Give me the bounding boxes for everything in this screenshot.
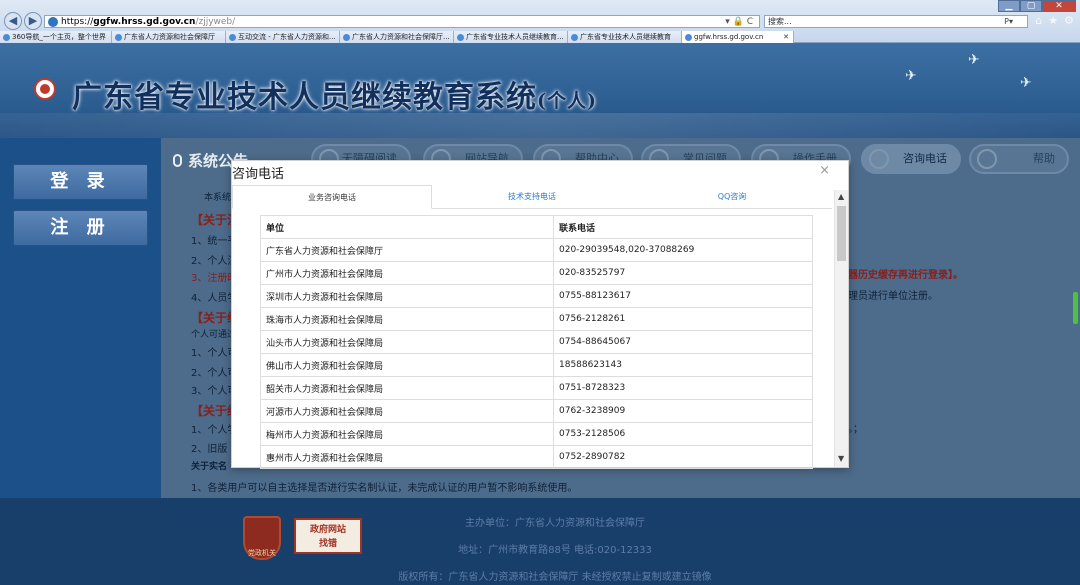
site-favicon-icon [48, 16, 58, 27]
browser-tab-label: ggfw.hrss.gd.gov.cn [694, 33, 764, 41]
table-row [260, 468, 813, 469]
phone-cell: 020-29039548,020-37088269 [553, 238, 813, 262]
back-button[interactable]: ◀ [4, 12, 22, 30]
phone-table-body: 广东省人力资源和社会保障厅 020-29039548,020-37088269 广州… [260, 238, 813, 469]
tab-favicon-icon [343, 33, 350, 41]
table-row: 广州市人力资源和社会保障局 020-83525797 [260, 261, 813, 285]
tab-favicon-icon [115, 33, 122, 41]
browser-chrome: ▁ ▢ ✕ ◀ ▶ https://ggfw.hrss.gd.gov.cn/zj… [0, 0, 1080, 43]
tab-close-icon[interactable]: ✕ [779, 31, 793, 43]
browser-tab-label: 广东省人力资源和社会保障厅 [124, 33, 215, 41]
unit-cell: 惠州市人力资源和社会保障局 [260, 445, 554, 469]
tab-favicon-icon [3, 33, 10, 41]
modal-tab[interactable]: 业务咨询电话 [232, 185, 432, 209]
table-row: 珠海市人力资源和社会保障局 0756-2128261 [260, 307, 813, 331]
table-row: 河源市人力资源和社会保障局 0762-3238909 [260, 399, 813, 423]
url-host: ggfw.hrss.gd.gov.cn [93, 16, 196, 27]
modal-tabs: 业务咨询电话 技术支持电话 QQ咨询 [232, 185, 832, 209]
table-header-row: 单位 联系电话 [260, 215, 813, 239]
unit-cell [260, 468, 554, 469]
maximize-button[interactable]: ▢ [1020, 0, 1042, 12]
browser-tab[interactable]: 广东省专业技术人员继续教育... [454, 31, 568, 43]
table-row: 梅州市人力资源和社会保障局 0753-2128506 [260, 422, 813, 446]
settings-gear-icon[interactable]: ⚙ [1064, 14, 1074, 27]
unit-cell: 广州市人力资源和社会保障局 [260, 261, 554, 285]
column-header-unit: 单位 [260, 215, 554, 239]
tab-favicon-icon [229, 33, 236, 41]
phone-cell: 0752-2890782 [553, 445, 813, 469]
browser-toolbar-icons: ⌂ ★ ⚙ [1035, 14, 1074, 27]
scroll-up-icon[interactable]: ▲ [838, 192, 844, 201]
table-row: 韶关市人力资源和社会保障局 0751-8728323 [260, 376, 813, 400]
tab-favicon-icon [685, 33, 692, 41]
unit-cell: 深圳市人力资源和社会保障局 [260, 284, 554, 308]
browser-tab-label: 互动交流 - 广东省人力资源和... [238, 33, 336, 41]
unit-cell: 河源市人力资源和社会保障局 [260, 399, 554, 423]
browser-tab[interactable]: 互动交流 - 广东省人力资源和... [226, 31, 340, 43]
phone-cell: 0751-8728323 [553, 376, 813, 400]
browser-tab[interactable]: 360导航_一个主页，整个世界 [0, 31, 112, 43]
unit-cell: 韶关市人力资源和社会保障局 [260, 376, 554, 400]
table-row: 汕头市人力资源和社会保障局 0754-88645067 [260, 330, 813, 354]
scroll-down-icon[interactable]: ▼ [838, 454, 844, 463]
browser-tab-label: 广东省人力资源和社会保障厅... [352, 33, 450, 41]
unit-cell: 汕头市人力资源和社会保障局 [260, 330, 554, 354]
unit-cell: 广东省人力资源和社会保障厅 [260, 238, 554, 262]
phone-cell: 0754-88645067 [553, 330, 813, 354]
modal-tab[interactable]: QQ咨询 [632, 185, 832, 209]
browser-tab[interactable]: 广东省人力资源和社会保障厅... [340, 31, 454, 43]
scroll-thumb[interactable] [837, 206, 846, 261]
phone-cell: 0756-2128261 [553, 307, 813, 331]
home-icon[interactable]: ⌂ [1035, 14, 1042, 27]
table-row: 惠州市人力资源和社会保障局 0752-2890782 [260, 445, 813, 469]
search-placeholder: 搜索... [768, 17, 792, 26]
close-icon[interactable]: × [819, 163, 830, 178]
phone-cell: 020-83525797 [553, 261, 813, 285]
phone-cell: 0762-3238909 [553, 399, 813, 423]
browser-tab[interactable]: ggfw.hrss.gd.gov.cn ✕ [682, 31, 794, 43]
browser-tab-label: 广东省专业技术人员继续教育... [466, 33, 564, 41]
modal-title: 咨询电话 [232, 167, 285, 182]
modal-tab[interactable]: 技术支持电话 [432, 185, 632, 209]
browser-tab[interactable]: 广东省人力资源和社会保障厅 [112, 31, 226, 43]
consult-phone-modal: 咨询电话 × 业务咨询电话 技术支持电话 QQ咨询 单位 联系电话 广东省人力资源和… [231, 160, 849, 469]
browser-tab-label: 广东省专业技术人员继续教育 [580, 33, 671, 41]
address-tools[interactable]: ▾ 🔒 C [725, 17, 759, 27]
table-row: 广东省人力资源和社会保障厅 020-29039548,020-37088269 [260, 238, 813, 262]
modal-scrollbar[interactable]: ▲ ▼ [834, 190, 848, 467]
browser-tab-label: 360导航_一个主页，整个世界 [12, 33, 106, 41]
unit-cell: 珠海市人力资源和社会保障局 [260, 307, 554, 331]
search-icon[interactable]: P▾ [1004, 16, 1013, 27]
unit-cell: 佛山市人力资源和社会保障局 [260, 353, 554, 377]
nav-buttons: ◀ ▶ [4, 12, 42, 30]
favorites-star-icon[interactable]: ★ [1048, 14, 1058, 27]
phone-cell: 0753-2128506 [553, 422, 813, 446]
browser-tab[interactable]: 广东省专业技术人员继续教育 [568, 31, 682, 43]
phone-cell: 18588623143 [553, 353, 813, 377]
url-protocol: https:// [61, 16, 94, 27]
table-row: 佛山市人力资源和社会保障局 18588623143 [260, 353, 813, 377]
unit-cell: 梅州市人力资源和社会保障局 [260, 422, 554, 446]
table-row: 深圳市人力资源和社会保障局 0755-88123617 [260, 284, 813, 308]
search-input[interactable]: 搜索... P▾ [764, 15, 1028, 28]
minimize-button[interactable]: ▁ [998, 0, 1020, 12]
tab-strip: 360导航_一个主页，整个世界 广东省人力资源和社会保障厅 互动交流 - 广东省人力… [0, 31, 1080, 43]
address-bar[interactable]: https://ggfw.hrss.gd.gov.cn/zjjyweb/ ▾ 🔒… [44, 15, 760, 28]
phone-cell [553, 468, 813, 469]
url-path: /zjjyweb/ [195, 16, 236, 27]
forward-button[interactable]: ▶ [24, 12, 42, 30]
phone-table-wrapper: 单位 联系电话 广东省人力资源和社会保障厅 020-29039548,020-37… [260, 215, 813, 469]
tab-favicon-icon [571, 33, 578, 41]
column-header-phone: 联系电话 [553, 215, 813, 239]
close-window-button[interactable]: ✕ [1042, 0, 1076, 12]
tab-favicon-icon [457, 33, 464, 41]
window-controls: ▁ ▢ ✕ [998, 0, 1076, 12]
phone-cell: 0755-88123617 [553, 284, 813, 308]
phone-table: 单位 联系电话 广东省人力资源和社会保障厅 020-29039548,020-37… [260, 215, 813, 469]
